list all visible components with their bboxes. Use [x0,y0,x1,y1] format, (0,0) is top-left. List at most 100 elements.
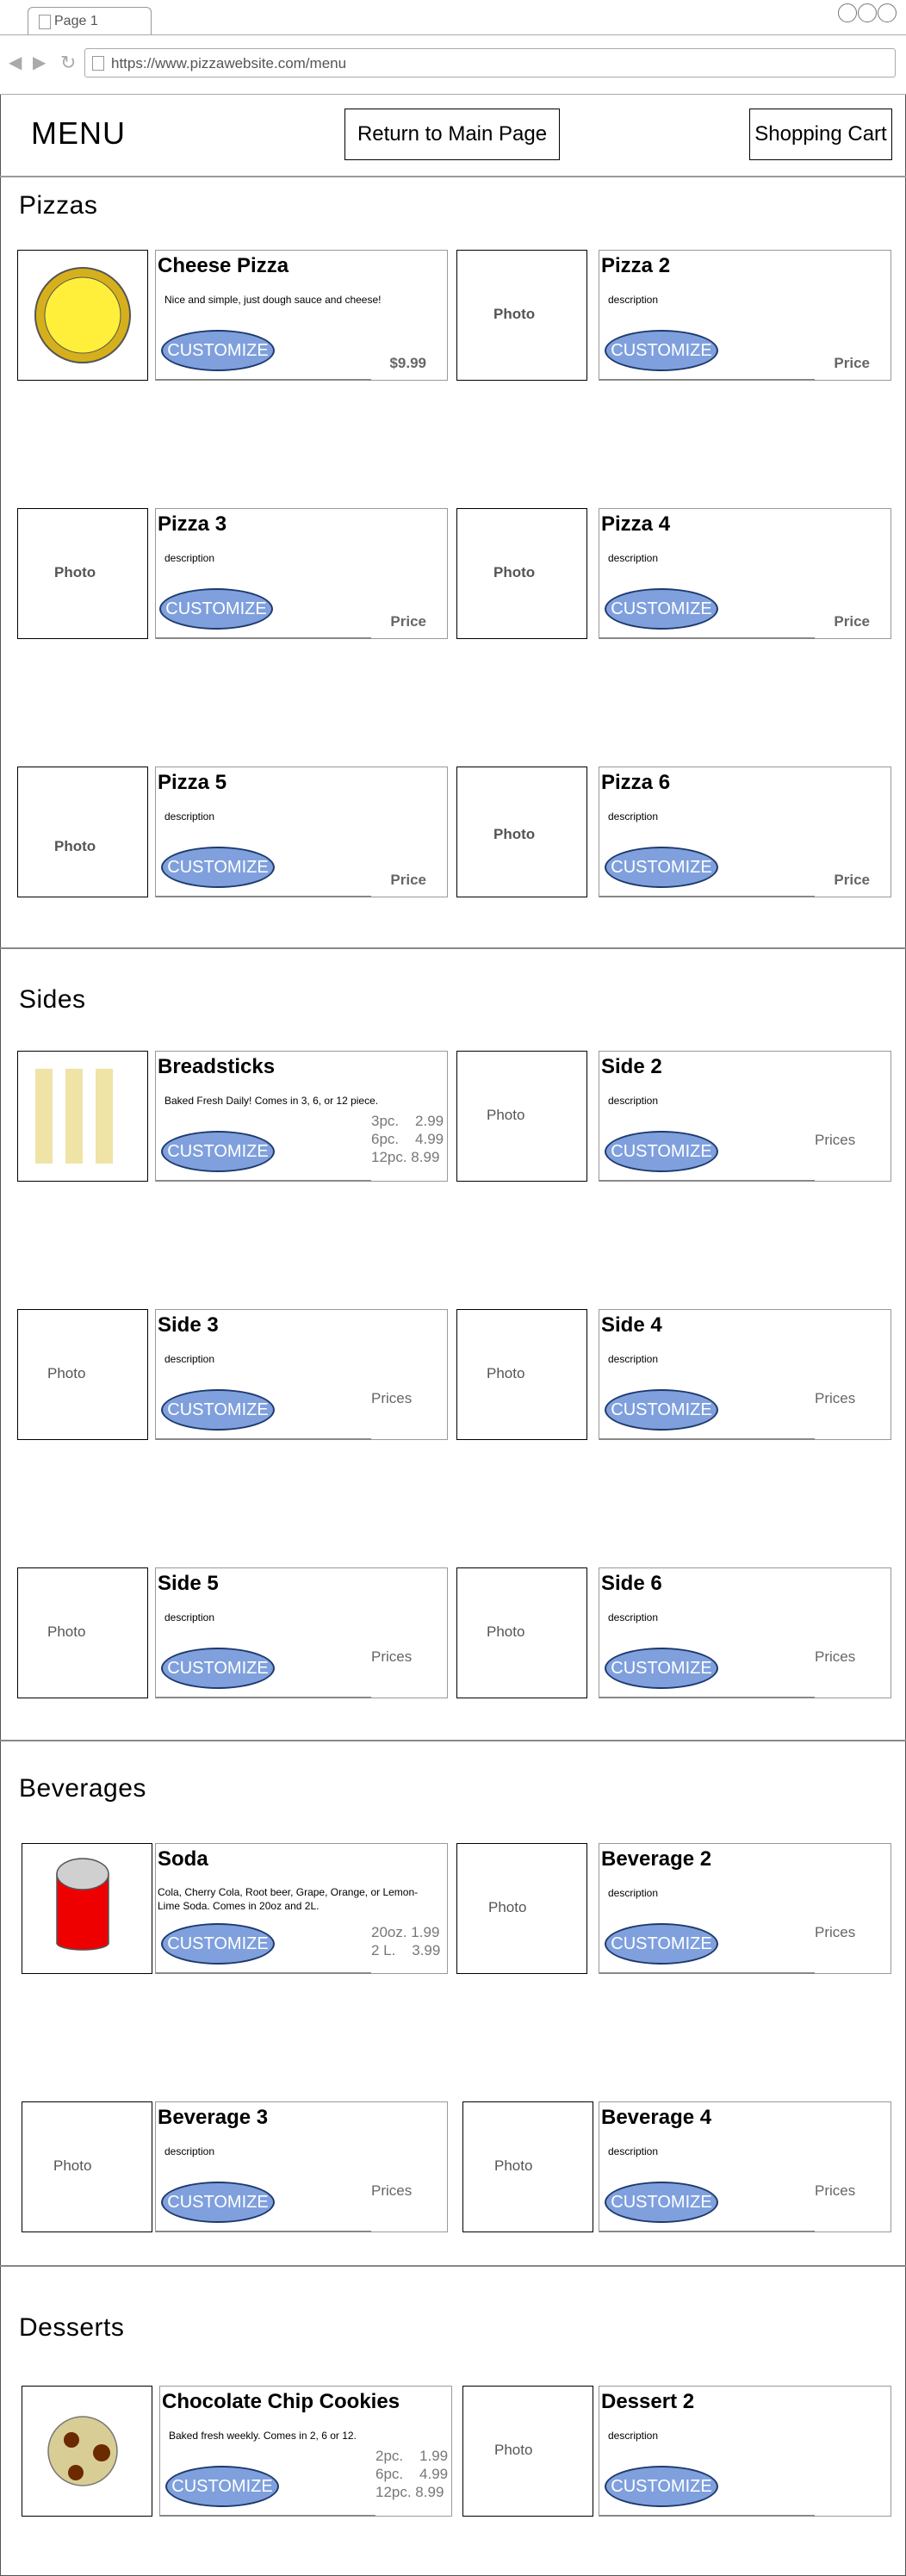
card-bottom-rule [599,637,815,639]
menu-item-name: Pizza 2 [601,254,671,277]
menu-item-name: Pizza 3 [158,512,227,536]
customize-button[interactable]: CUSTOMIZE [605,330,718,371]
customize-button[interactable]: CUSTOMIZE [605,1648,718,1689]
menu-item-photo: Photo [456,1567,587,1698]
menu-item-name: Pizza 4 [601,512,671,536]
section-divider [0,2265,906,2267]
url-bar[interactable]: https://www.pizzawebsite.com/menu [84,48,896,78]
menu-item-photo: Photo [17,1309,148,1440]
shopping-cart-button[interactable]: Shopping Cart [749,109,892,160]
forward-icon[interactable]: ▶ [33,54,46,71]
menu-item-description: Baked fresh weekly. Comes in 2, 6 or 12. [169,2430,357,2442]
menu-item-card: Side 5 description CUSTOMIZE Prices [155,1567,448,1698]
cheese-pizza-image [34,267,131,363]
page-title: MENU [31,115,126,151]
menu-item-description: Cola, Cherry Cola, Root beer, Grape, Ora… [158,1886,419,1912]
customize-button[interactable]: CUSTOMIZE [605,1131,718,1172]
menu-item-card: Side 3 description CUSTOMIZE Prices [155,1309,448,1440]
menu-item-card: Side 6 description CUSTOMIZE Prices [599,1567,891,1698]
menu-item-name: Dessert 2 [601,2390,695,2413]
menu-item-name: Beverage 4 [601,2106,712,2129]
section-title-sides: Sides [19,985,86,1014]
menu-item-photo: Photo [456,1051,587,1182]
customize-button[interactable]: CUSTOMIZE [605,1923,718,1965]
page-icon [92,56,104,71]
back-icon[interactable]: ◀ [9,54,22,71]
customize-button[interactable]: CUSTOMIZE [161,847,275,888]
close-icon[interactable] [878,3,897,22]
card-bottom-rule [156,1438,371,1440]
return-to-main-button[interactable]: Return to Main Page [344,109,560,160]
customize-button[interactable]: CUSTOMIZE [605,1389,718,1431]
photo-placeholder-label: Photo [493,564,536,580]
menu-item-name: Beverage 3 [158,2106,269,2129]
menu-item-prices: 2pc. 1.99 6pc. 4.99 12pc. 8.99 [375,2448,449,2500]
menu-item-price: Price [390,872,426,888]
menu-item-photo: Photo [456,767,587,897]
customize-button[interactable]: CUSTOMIZE [605,588,718,630]
customize-button[interactable]: CUSTOMIZE [161,2182,275,2223]
customize-button[interactable]: CUSTOMIZE [165,2466,279,2507]
menu-item-card: Beverage 3 description CUSTOMIZE Prices [155,2101,448,2232]
customize-button[interactable]: CUSTOMIZE [605,2182,718,2223]
menu-item-name: Side 3 [158,1313,219,1337]
menu-item-description: description [608,2145,659,2157]
menu-item-photo: Photo [462,2101,593,2232]
customize-button[interactable]: CUSTOMIZE [161,1923,275,1965]
menu-item-prices: Prices [815,1390,856,1406]
photo-placeholder-label: Photo [53,2157,92,2174]
customize-button[interactable]: CUSTOMIZE [161,330,275,371]
photo-placeholder-label: Photo [493,826,536,842]
menu-item-price: $9.99 [389,355,426,371]
tab-bar: Page 1 [0,0,906,35]
menu-item-name: Cheese Pizza [158,254,289,277]
menu-item-description: description [608,552,659,564]
customize-button[interactable]: CUSTOMIZE [161,1131,275,1172]
customize-button[interactable]: CUSTOMIZE [159,588,273,630]
card-bottom-rule [599,379,815,381]
card-bottom-rule [599,1697,815,1698]
menu-item-card: Side 2 description CUSTOMIZE Prices [599,1051,891,1182]
menu-item-photo [22,2386,152,2517]
customize-button[interactable]: CUSTOMIZE [161,1389,275,1431]
menu-item-photo: Photo [456,1309,587,1440]
cookie-image [47,2416,118,2486]
menu-item-description: description [608,1887,659,1899]
menu-item-prices: 3pc. 2.99 6pc. 4.99 12pc. 8.99 [371,1113,444,1165]
minimize-icon[interactable] [838,3,857,22]
menu-item-card: Pizza 2 description CUSTOMIZE Price [599,250,891,381]
photo-placeholder-label: Photo [54,564,96,580]
menu-item-card: Pizza 5 description CUSTOMIZE Price [155,767,448,897]
menu-item-card: Soda Cola, Cherry Cola, Root beer, Grape,… [155,1843,448,1974]
customize-button[interactable]: CUSTOMIZE [605,847,718,888]
menu-item-card: Breadsticks Baked Fresh Daily! Comes in 3… [155,1051,448,1182]
photo-placeholder-label: Photo [493,306,536,322]
menu-item-card: Beverage 2 description CUSTOMIZE Prices [599,1843,891,1974]
photo-placeholder-label: Photo [488,1899,527,1915]
menu-item-card: Pizza 3 description CUSTOMIZE Price [155,508,448,639]
menu-item-description: description [164,1611,215,1623]
maximize-icon[interactable] [858,3,877,22]
menu-item-description: description [608,1353,659,1365]
card-bottom-rule [156,1180,371,1182]
card-bottom-rule [599,2515,815,2517]
menu-item-description: description [164,552,215,564]
menu-item-name: Side 5 [158,1572,219,1595]
menu-item-prices: 20oz. 1.99 2 L. 3.99 [371,1924,441,1958]
menu-item-prices: Prices [815,1648,856,1665]
menu-item-name: Side 4 [601,1313,662,1337]
menu-item-name: Pizza 5 [158,771,227,794]
reload-icon[interactable]: ↻ [60,53,76,72]
section-title-pizzas: Pizzas [19,191,98,220]
photo-placeholder-label: Photo [487,1365,525,1381]
menu-item-price: Price [834,355,870,371]
menu-item-photo: Photo [22,2101,152,2232]
menu-item-card: Chocolate Chip Cookies Baked fresh weekly… [159,2386,452,2517]
menu-item-name: Breadsticks [158,1055,276,1078]
card-bottom-rule [599,1972,815,1974]
browser-tab[interactable]: Page 1 [28,7,152,35]
menu-item-prices: Prices [815,2182,856,2199]
soda-can-image [56,1858,109,1951]
customize-button[interactable]: CUSTOMIZE [605,2466,718,2507]
customize-button[interactable]: CUSTOMIZE [161,1648,275,1689]
